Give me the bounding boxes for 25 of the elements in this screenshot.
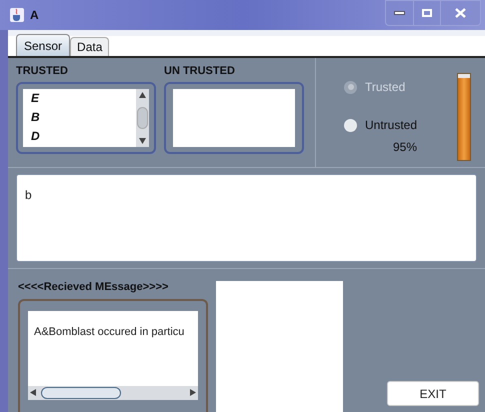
list-item[interactable]: D bbox=[31, 126, 136, 146]
list-item[interactable]: B bbox=[31, 108, 136, 126]
radio-label: Trusted bbox=[365, 79, 406, 96]
text-area[interactable]: b bbox=[16, 174, 477, 262]
received-label: <<<<Recieved MEssage>>>> bbox=[18, 280, 170, 295]
radio-button[interactable] bbox=[344, 118, 357, 132]
percent-text: 95% bbox=[393, 139, 418, 156]
scrollbar[interactable] bbox=[136, 88, 149, 146]
group-label: UN TRUSTED bbox=[164, 64, 236, 79]
message-text: A&Bomblast occured in particu bbox=[34, 326, 184, 338]
left-arrow-icon[interactable] bbox=[30, 389, 36, 396]
java-cup-icon bbox=[10, 8, 24, 22]
right-arrow-icon[interactable] bbox=[190, 389, 196, 396]
tab[interactable]: Data bbox=[70, 37, 110, 56]
list-item[interactable]: E bbox=[31, 88, 136, 108]
text-value: b bbox=[25, 188, 32, 202]
close-icon bbox=[455, 8, 466, 18]
down-arrow-icon[interactable] bbox=[139, 138, 146, 144]
radio-label: Untrusted bbox=[365, 117, 418, 134]
tab[interactable]: Sensor bbox=[16, 34, 70, 56]
horizontal-scrollbar[interactable] bbox=[28, 386, 198, 400]
window-title: A bbox=[30, 7, 39, 24]
exit-button[interactable]: EXIT bbox=[387, 381, 479, 406]
up-arrow-icon[interactable] bbox=[139, 92, 146, 98]
group-label: TRUSTED bbox=[16, 64, 69, 79]
